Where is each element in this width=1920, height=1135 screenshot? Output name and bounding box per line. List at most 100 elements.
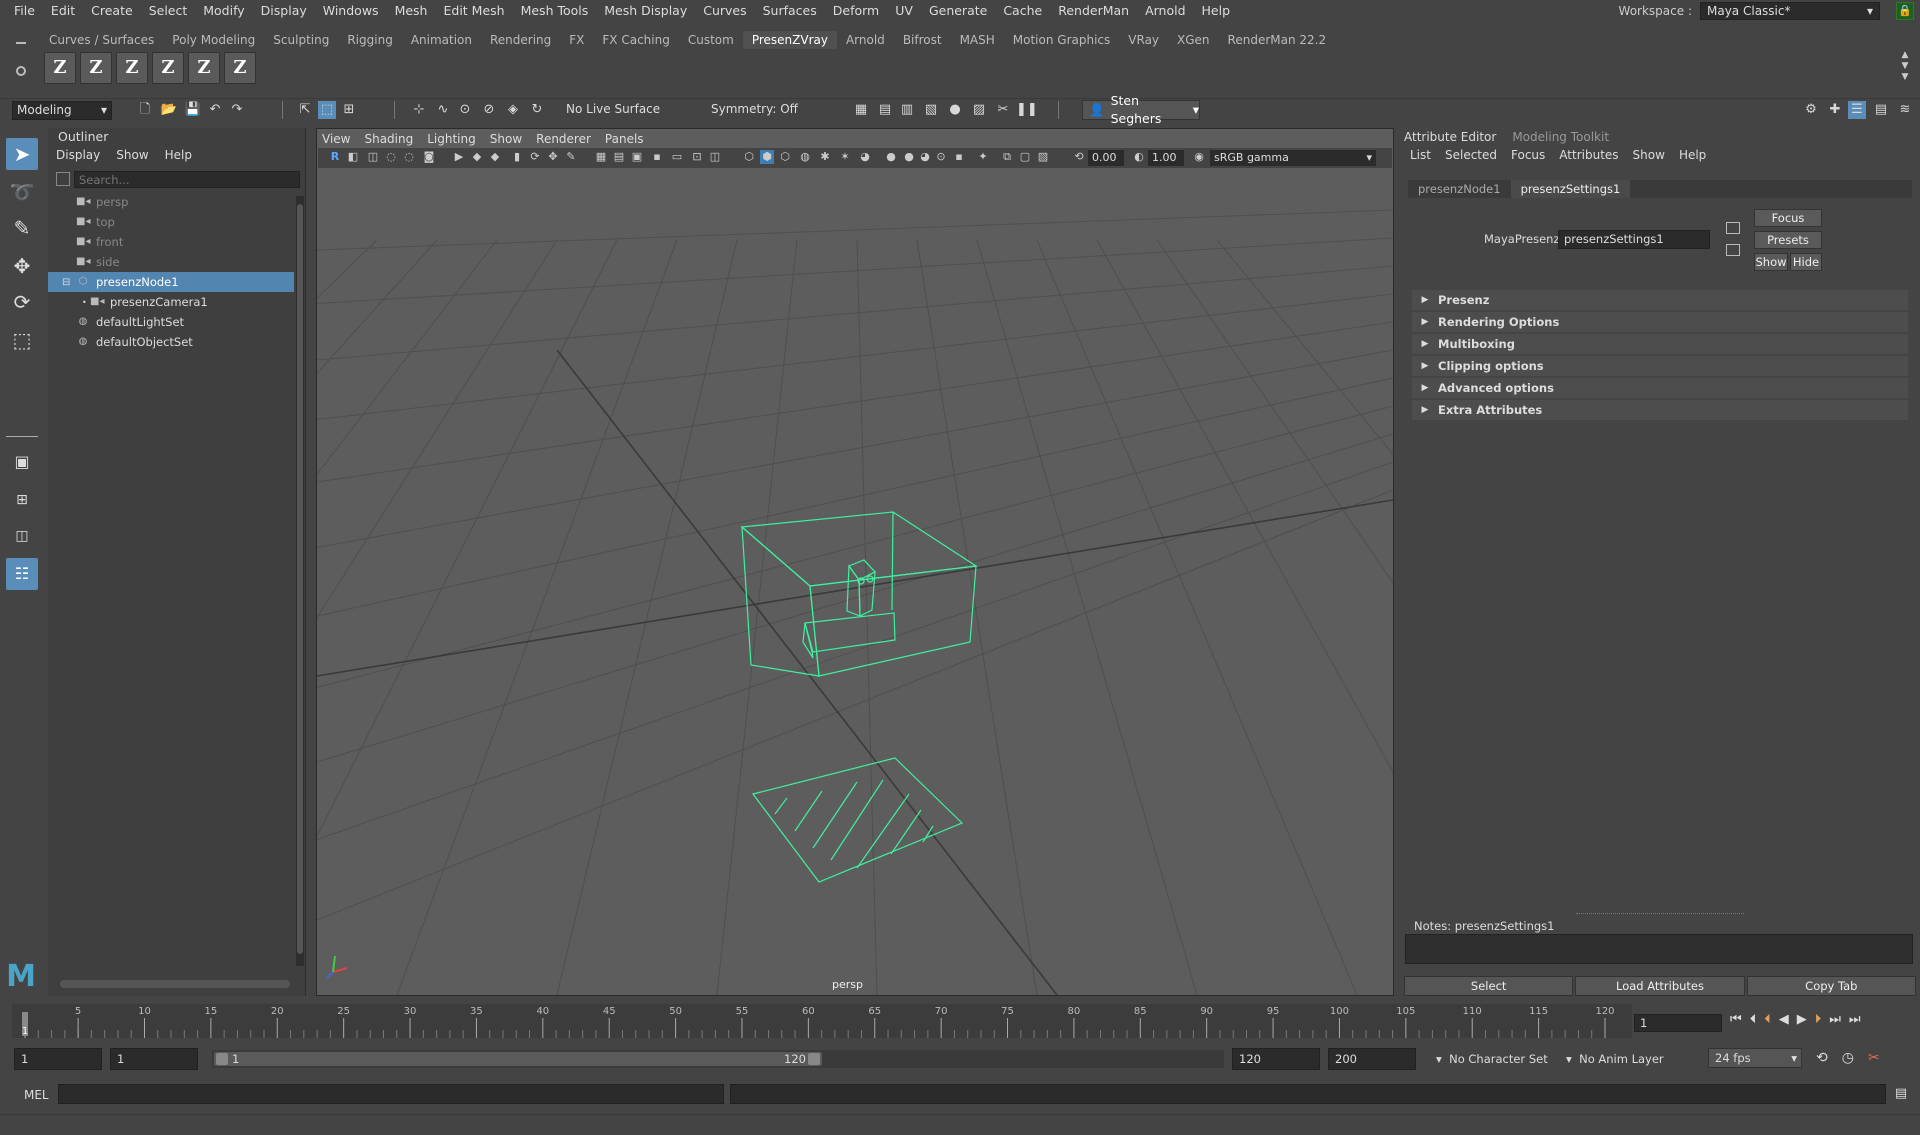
shelf-tab-vray[interactable]: VRay bbox=[1119, 31, 1168, 49]
render-sequence-icon[interactable]: ▨ bbox=[970, 101, 988, 119]
viewport-menu-lighting[interactable]: Lighting bbox=[427, 130, 476, 148]
2d-pan-zoom-icon[interactable]: ▶ bbox=[452, 150, 466, 164]
bookmark-icon[interactable]: ▮ bbox=[510, 150, 524, 164]
scale-tool-icon[interactable]: ⬚ bbox=[6, 324, 38, 356]
lasso-tool-icon[interactable]: ➰ bbox=[6, 176, 38, 208]
grid-toggle-icon[interactable]: ▦ bbox=[594, 150, 608, 164]
viewport-menu-panels[interactable]: Panels bbox=[605, 130, 644, 148]
gamma-field[interactable]: 1.00 bbox=[1148, 150, 1184, 166]
menu-display[interactable]: Display bbox=[253, 0, 315, 22]
hypershade-icon[interactable]: ● bbox=[946, 101, 964, 119]
fps-dropdown[interactable]: 24 fps ▾ bbox=[1708, 1048, 1802, 1068]
scrollbar-thumb[interactable] bbox=[297, 204, 303, 954]
show-button[interactable]: Show bbox=[1754, 253, 1788, 271]
field-chart-icon[interactable]: ▭ bbox=[670, 150, 684, 164]
outliner-node[interactable]: ■◂ top bbox=[48, 212, 294, 232]
outliner-menu-display[interactable]: Display bbox=[56, 146, 100, 164]
paint-select-tool-icon[interactable]: ✎ bbox=[6, 212, 38, 244]
lock-camera-icon[interactable]: ◧ bbox=[346, 150, 360, 164]
exposure-reset-icon[interactable]: ⟲ bbox=[1072, 150, 1086, 164]
menu-mesh-tools[interactable]: Mesh Tools bbox=[513, 0, 597, 22]
outliner-node[interactable]: ⊟ ⬡ presenzNode1 bbox=[48, 272, 294, 292]
play-forwards-icon[interactable]: ▶ bbox=[1797, 1012, 1807, 1027]
outliner-node[interactable]: ■◂ persp bbox=[48, 192, 294, 212]
anim-layer-dropdown[interactable]: ▾ No Anim Layer bbox=[1566, 1052, 1664, 1066]
tool-settings-icon[interactable]: ▤ bbox=[1872, 101, 1890, 119]
menu-set-dropdown[interactable]: Modeling ▾ bbox=[12, 101, 112, 120]
range-slider-start-handle[interactable] bbox=[216, 1053, 228, 1065]
section-rendering-options[interactable]: ▶ Rendering Options bbox=[1412, 312, 1908, 332]
color-management-icon[interactable]: ◉ bbox=[1192, 150, 1206, 164]
live-surface-label[interactable]: No Live Surface bbox=[566, 102, 660, 116]
move-tool-icon[interactable]: ✥ bbox=[6, 250, 38, 282]
snap-view-icon[interactable]: ⊘ bbox=[480, 101, 498, 119]
frame-all-icon[interactable]: ▧ bbox=[1036, 150, 1050, 164]
track-icon[interactable]: ✥ bbox=[546, 150, 560, 164]
shelf-tab-curves-surfaces[interactable]: Curves / Surfaces bbox=[40, 31, 163, 49]
time-slider[interactable]: 5 10 15 20 25 30 35 40 45 50 55 60 65 70 75 80 85 90 95 100… bbox=[12, 1004, 1632, 1038]
section-extra-attributes[interactable]: ▶ Extra Attributes bbox=[1412, 400, 1908, 420]
shelf-tab-sculpting[interactable]: Sculpting bbox=[264, 31, 338, 49]
shelf-tab-bifrost[interactable]: Bifrost bbox=[894, 31, 951, 49]
outliner-node[interactable]: • ■◂ presenzCamera1 bbox=[48, 292, 294, 312]
lock-icon[interactable]: 🔒 bbox=[1896, 2, 1914, 20]
snap-live-icon[interactable]: ↻ bbox=[528, 101, 546, 119]
shelf-tab-presenzvray[interactable]: PresenZVray bbox=[742, 31, 837, 49]
menu-file[interactable]: File bbox=[6, 0, 43, 22]
step-forward-key-icon[interactable]: ⏵ bbox=[1815, 1012, 1822, 1027]
channel-box-icon[interactable]: ≋ bbox=[1896, 101, 1914, 119]
section-multiboxing[interactable]: ▶ Multiboxing bbox=[1412, 334, 1908, 354]
viewport-menu-view[interactable]: View bbox=[322, 130, 350, 148]
menu-select[interactable]: Select bbox=[141, 0, 196, 22]
node-tab-presenzsettings1[interactable]: presenzSettings1 bbox=[1510, 180, 1631, 198]
outliner-node[interactable]: ◍ defaultObjectSet bbox=[48, 332, 294, 352]
tab-modeling-toolkit[interactable]: Modeling Toolkit bbox=[1512, 128, 1609, 146]
shelf-tab-custom[interactable]: Custom bbox=[679, 31, 743, 49]
script-editor-icon[interactable]: ▤ bbox=[1892, 1084, 1910, 1104]
shelf-tab-motion-graphics[interactable]: Motion Graphics bbox=[1004, 31, 1120, 49]
maya-presenz-field[interactable]: presenzSettings1 bbox=[1558, 230, 1710, 249]
notes-divider[interactable] bbox=[1576, 913, 1744, 914]
menu-edit-mesh[interactable]: Edit Mesh bbox=[435, 0, 512, 22]
multisample-aa-icon[interactable]: ◕ bbox=[918, 150, 932, 164]
resolution-gate-icon[interactable]: ▣ bbox=[630, 150, 644, 164]
workspace-dropdown[interactable]: Maya Classic* ▾ bbox=[1700, 2, 1880, 20]
gamma-reset-icon[interactable]: ◐ bbox=[1132, 150, 1146, 164]
snap-surface-icon[interactable]: ◈ bbox=[504, 101, 522, 119]
render-current-icon[interactable]: ▥ bbox=[898, 101, 916, 119]
command-input[interactable] bbox=[58, 1084, 724, 1104]
filter-icon[interactable] bbox=[56, 172, 70, 186]
section-presenz[interactable]: ▶ Presenz bbox=[1412, 290, 1908, 310]
screen-space-ao-icon[interactable]: ● bbox=[884, 150, 898, 164]
attribute-editor-toggle-icon[interactable]: ☰ bbox=[1848, 101, 1866, 119]
node-tab-presenznode1[interactable]: presenzNode1 bbox=[1408, 180, 1511, 198]
character-set-dropdown[interactable]: ▾ No Character Set bbox=[1436, 1052, 1548, 1066]
film-gate-icon[interactable]: ▤ bbox=[612, 150, 626, 164]
ae-menu-show[interactable]: Show bbox=[1633, 146, 1665, 164]
camera-attributes-icon[interactable]: ◫ bbox=[366, 150, 380, 164]
ae-menu-help[interactable]: Help bbox=[1679, 146, 1706, 164]
ae-menu-list[interactable]: List bbox=[1410, 146, 1431, 164]
shelf-menu-icon[interactable] bbox=[16, 42, 26, 44]
viewport-menu-show[interactable]: Show bbox=[490, 130, 522, 148]
outliner-node[interactable]: ■◂ front bbox=[48, 232, 294, 252]
end-time-field[interactable]: 200 bbox=[1328, 1048, 1416, 1070]
outliner-vertical-scrollbar[interactable] bbox=[296, 196, 304, 966]
menu-uv[interactable]: UV bbox=[887, 0, 921, 22]
color-space-dropdown[interactable]: sRGB gamma ▾ bbox=[1210, 150, 1376, 166]
collapse-icon[interactable]: ⊟ bbox=[62, 277, 76, 288]
persp-outliner-layout-icon[interactable]: ◫ bbox=[6, 520, 38, 552]
menu-edit[interactable]: Edit bbox=[43, 0, 83, 22]
ae-menu-attributes[interactable]: Attributes bbox=[1559, 146, 1618, 164]
presenz-tool-icon[interactable]: Z bbox=[152, 52, 184, 84]
outliner-menu-help[interactable]: Help bbox=[165, 146, 192, 164]
outliner-layout-icon[interactable]: ☷ bbox=[6, 558, 38, 590]
camera-shake-icon[interactable]: ◆ bbox=[488, 150, 502, 164]
shelf-scroll[interactable]: ▲ ▼ ▼ bbox=[1898, 50, 1912, 84]
xray-components-icon[interactable]: ⧉ bbox=[1000, 150, 1014, 164]
select-object-icon[interactable]: ⬚ bbox=[318, 101, 336, 119]
bookmarks-icon[interactable]: ◌ bbox=[384, 150, 398, 164]
save-scene-icon[interactable]: 💾 bbox=[184, 101, 202, 119]
tumble-icon[interactable]: ⟳ bbox=[528, 150, 542, 164]
xray-icon[interactable]: ◍ bbox=[798, 150, 812, 164]
